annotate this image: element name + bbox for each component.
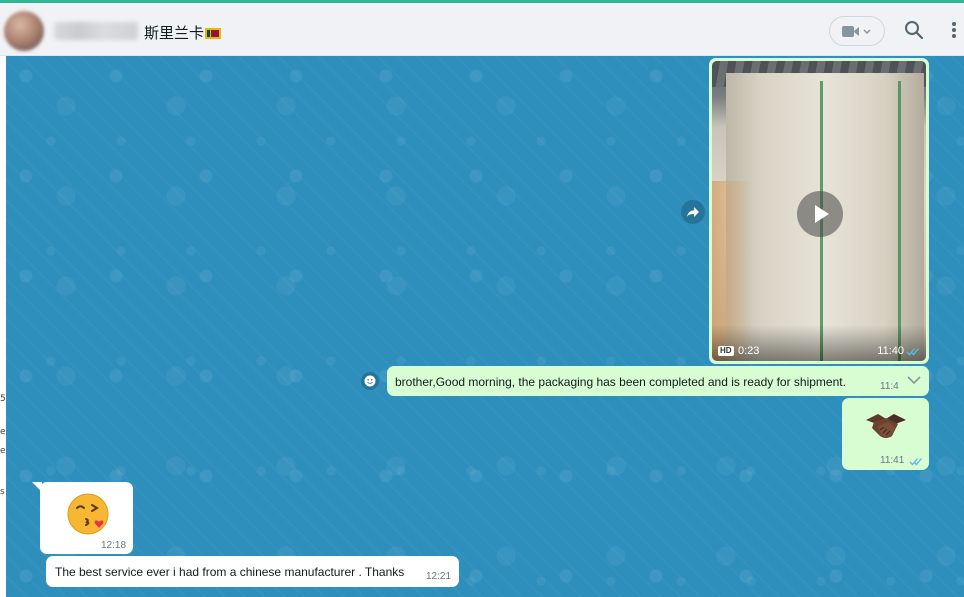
hd-badge: HD bbox=[718, 346, 734, 356]
message-time: 12:18 bbox=[101, 540, 127, 551]
chat-header: 斯里兰卡 bbox=[0, 3, 964, 56]
search-icon bbox=[905, 21, 924, 40]
outgoing-text-message[interactable]: brother,Good morning, the packaging has … bbox=[387, 366, 929, 396]
play-button[interactable] bbox=[797, 191, 843, 237]
handshake-emoji-icon bbox=[866, 414, 906, 438]
message-time: 12:21 bbox=[426, 571, 452, 582]
emoji-reaction-button[interactable] bbox=[361, 372, 379, 390]
menu-button[interactable] bbox=[948, 18, 960, 42]
video-camera-icon bbox=[842, 26, 871, 37]
contact-name[interactable]: 斯里兰卡 bbox=[144, 22, 222, 43]
chevron-down-icon[interactable] bbox=[907, 375, 921, 385]
forward-button[interactable] bbox=[681, 200, 705, 224]
video-scene-strap bbox=[898, 81, 901, 361]
contact-name-text: 斯里兰卡 bbox=[144, 25, 205, 42]
smiley-icon bbox=[364, 375, 376, 387]
video-message-bubble[interactable]: HD 0:23 11:40 bbox=[709, 58, 929, 364]
contact-avatar[interactable] bbox=[4, 11, 44, 51]
forward-arrow-icon bbox=[687, 207, 699, 217]
bubble-tail bbox=[32, 482, 42, 492]
message-time: 11:41 bbox=[880, 455, 905, 466]
kebab-menu-icon bbox=[952, 22, 956, 38]
message-time: 11:40 bbox=[877, 345, 904, 357]
flag-sri-lanka-icon bbox=[205, 28, 222, 39]
read-ticks-icon bbox=[906, 348, 919, 356]
left-edge-text: s bbox=[0, 487, 5, 497]
search-button[interactable] bbox=[902, 18, 926, 42]
message-text: The best service ever i had from a chine… bbox=[55, 565, 405, 579]
video-call-button[interactable] bbox=[829, 16, 885, 46]
left-edge-text: 5 bbox=[0, 394, 6, 404]
message-time: 11:4 bbox=[880, 381, 899, 392]
face-blowing-kiss-emoji-icon bbox=[67, 493, 109, 535]
video-thumbnail[interactable]: HD 0:23 11:40 bbox=[712, 61, 926, 361]
outgoing-sticker-message[interactable]: 11:41 bbox=[842, 398, 929, 470]
incoming-text-message[interactable]: The best service ever i had from a chine… bbox=[46, 556, 459, 587]
incoming-sticker-message[interactable]: 12:18 bbox=[32, 482, 133, 554]
message-text: brother,Good morning, the packaging has … bbox=[395, 375, 846, 389]
read-ticks-icon bbox=[909, 458, 922, 466]
video-duration: 0:23 bbox=[738, 345, 760, 357]
left-edge-text: e bbox=[0, 446, 6, 456]
blurred-name bbox=[54, 22, 138, 40]
